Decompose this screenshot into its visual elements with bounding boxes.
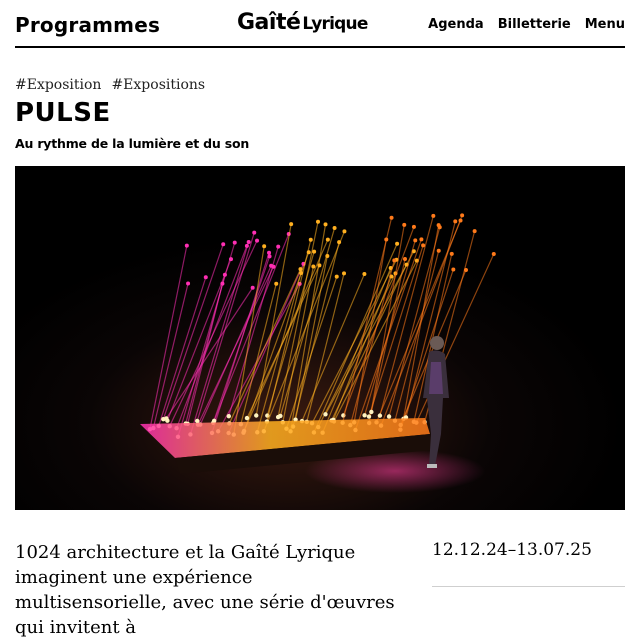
exhibition-dates: 12.12.24–13.07.25 (432, 540, 592, 560)
light-base (366, 414, 372, 419)
light-tip (491, 252, 496, 257)
intro-text: 1024 architecture et la Gaîté Lyrique im… (15, 542, 395, 638)
header-nav: Agenda Billetterie Menu (428, 17, 625, 32)
light-tip (222, 272, 227, 277)
light-tip (413, 238, 418, 243)
light-tip (460, 213, 465, 218)
site-header: Programmes Gaîté Lyrique Agenda Billetter… (15, 10, 625, 48)
light-tip (392, 258, 397, 263)
light-tip (362, 272, 367, 277)
light-base (369, 409, 374, 415)
light-installation-image (15, 166, 625, 510)
programmes-link[interactable]: Programmes (15, 13, 160, 37)
light-tip (402, 256, 407, 261)
light-tip (186, 281, 191, 286)
logo-sub-text: Lyrique (302, 14, 368, 34)
light-tip (315, 219, 320, 224)
light-tip (311, 264, 316, 269)
light-tip (384, 237, 389, 242)
tag-exposition[interactable]: #Exposition (15, 77, 101, 93)
page-title: PULSE (15, 98, 111, 128)
light-tip (389, 215, 394, 220)
light-tip (289, 222, 294, 227)
light-base (386, 414, 392, 419)
nav-agenda[interactable]: Agenda (428, 17, 484, 32)
light-tip (220, 281, 225, 286)
light-tip (337, 240, 342, 245)
tag-list: #Exposition #Expositions (15, 77, 205, 93)
side-divider (432, 586, 625, 587)
light-base (195, 418, 200, 424)
light-base (211, 418, 217, 423)
site-logo[interactable]: Gaîté Lyrique (237, 10, 368, 35)
light-tip (332, 225, 337, 230)
tag-expositions[interactable]: #Expositions (111, 77, 205, 93)
light-tip (276, 244, 281, 249)
light-base (254, 413, 259, 418)
light-base (362, 413, 367, 418)
light-tip (184, 243, 189, 248)
light-tip (325, 237, 330, 242)
light-tip (436, 223, 441, 228)
light-tip (250, 285, 255, 290)
light-tip (252, 230, 257, 235)
logo-main-text: Gaîté (237, 10, 301, 35)
light-tip (232, 240, 237, 245)
light-tip (436, 248, 441, 253)
page-subtitle: Au rythme de la lumière et du son (15, 136, 250, 151)
light-tip (262, 244, 267, 249)
light-tip (472, 229, 477, 234)
light-tip (395, 241, 400, 246)
light-tip (334, 274, 339, 279)
light-tip (325, 254, 330, 259)
light-tip (221, 242, 226, 247)
nav-menu[interactable]: Menu (585, 17, 625, 32)
light-tip (453, 219, 458, 224)
light-tip (419, 237, 424, 242)
hero-image (15, 166, 625, 510)
light-tip (342, 229, 347, 234)
light-tip (451, 267, 456, 272)
light-base (377, 413, 383, 418)
light-tip (308, 237, 313, 242)
light-tip (274, 281, 279, 286)
light-tip (342, 271, 347, 276)
nav-billetterie[interactable]: Billetterie (498, 17, 571, 32)
light-tip (411, 224, 416, 229)
light-base (244, 415, 250, 421)
light-tip (431, 213, 436, 218)
light-tip (449, 251, 454, 256)
light-tip (402, 222, 407, 227)
light-tip (267, 250, 272, 255)
light-tip (255, 238, 260, 243)
light-tip (246, 239, 251, 244)
light-base (226, 413, 232, 419)
light-base (278, 413, 283, 419)
light-base (164, 416, 169, 421)
light-tip (203, 275, 208, 280)
light-tip (323, 222, 328, 227)
light-base (323, 412, 328, 417)
